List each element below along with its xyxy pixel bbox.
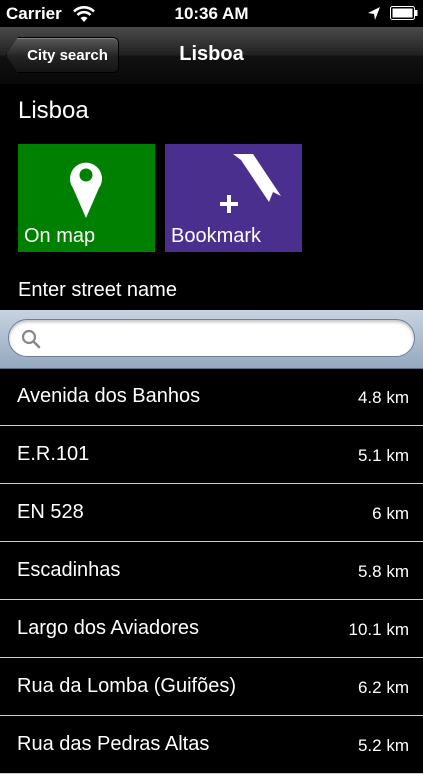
list-item[interactable]: Escadinhas 5.8 km (0, 542, 423, 600)
list-item[interactable]: E.R.101 5.1 km (0, 426, 423, 484)
street-name: Escadinhas (17, 559, 121, 581)
search-input[interactable] (49, 326, 403, 352)
status-bar: Carrier 10:36 AM (0, 0, 423, 27)
search-bar (0, 310, 423, 369)
location-arrow-icon (368, 7, 380, 20)
street-name: EN 528 (17, 501, 84, 523)
map-pin-icon (70, 162, 102, 218)
nav-title: Lisboa (179, 43, 244, 65)
navigation-bar: City search Lisboa (0, 27, 423, 85)
street-list: Avenida dos Banhos 4.8 km E.R.101 5.1 km… (0, 368, 423, 774)
street-distance: 10.1 km (348, 620, 409, 639)
street-name: Rua da Lomba (Guifões) (17, 675, 237, 697)
street-name: Rua das Pedras Altas (17, 733, 210, 755)
search-icon (21, 329, 41, 349)
list-item[interactable]: EN 528 6 km (0, 484, 423, 542)
battery-icon (390, 6, 418, 20)
on-map-label: On map (24, 225, 96, 247)
street-distance: 5.1 km (357, 446, 409, 465)
street-name: Largo dos Aviadores (17, 617, 199, 639)
list-item[interactable]: Rua das Pedras Altas 5.2 km (0, 716, 423, 774)
street-distance: 4.8 km (357, 388, 409, 407)
street-distance: 5.8 km (357, 562, 409, 581)
street-distance: 6 km (372, 504, 409, 523)
street-distance: 6.2 km (357, 678, 409, 697)
on-map-button[interactable]: On map (18, 144, 155, 252)
city-heading: Lisboa (18, 97, 89, 124)
street-name: Avenida dos Banhos (17, 385, 201, 407)
add-bookmark-icon (220, 154, 281, 213)
street-distance: 5.2 km (357, 736, 409, 755)
street-name-label: Enter street name (18, 279, 177, 301)
search-field[interactable] (8, 319, 415, 357)
status-time: 10:36 AM (174, 4, 249, 23)
list-item[interactable]: Largo dos Aviadores 10.1 km (0, 600, 423, 658)
street-name: E.R.101 (17, 443, 90, 465)
bookmark-button[interactable]: Bookmark (165, 144, 302, 252)
list-item[interactable]: Rua da Lomba (Guifões) 6.2 km (0, 658, 423, 716)
list-item[interactable]: Avenida dos Banhos 4.8 km (0, 368, 423, 426)
bookmark-label: Bookmark (171, 225, 262, 247)
